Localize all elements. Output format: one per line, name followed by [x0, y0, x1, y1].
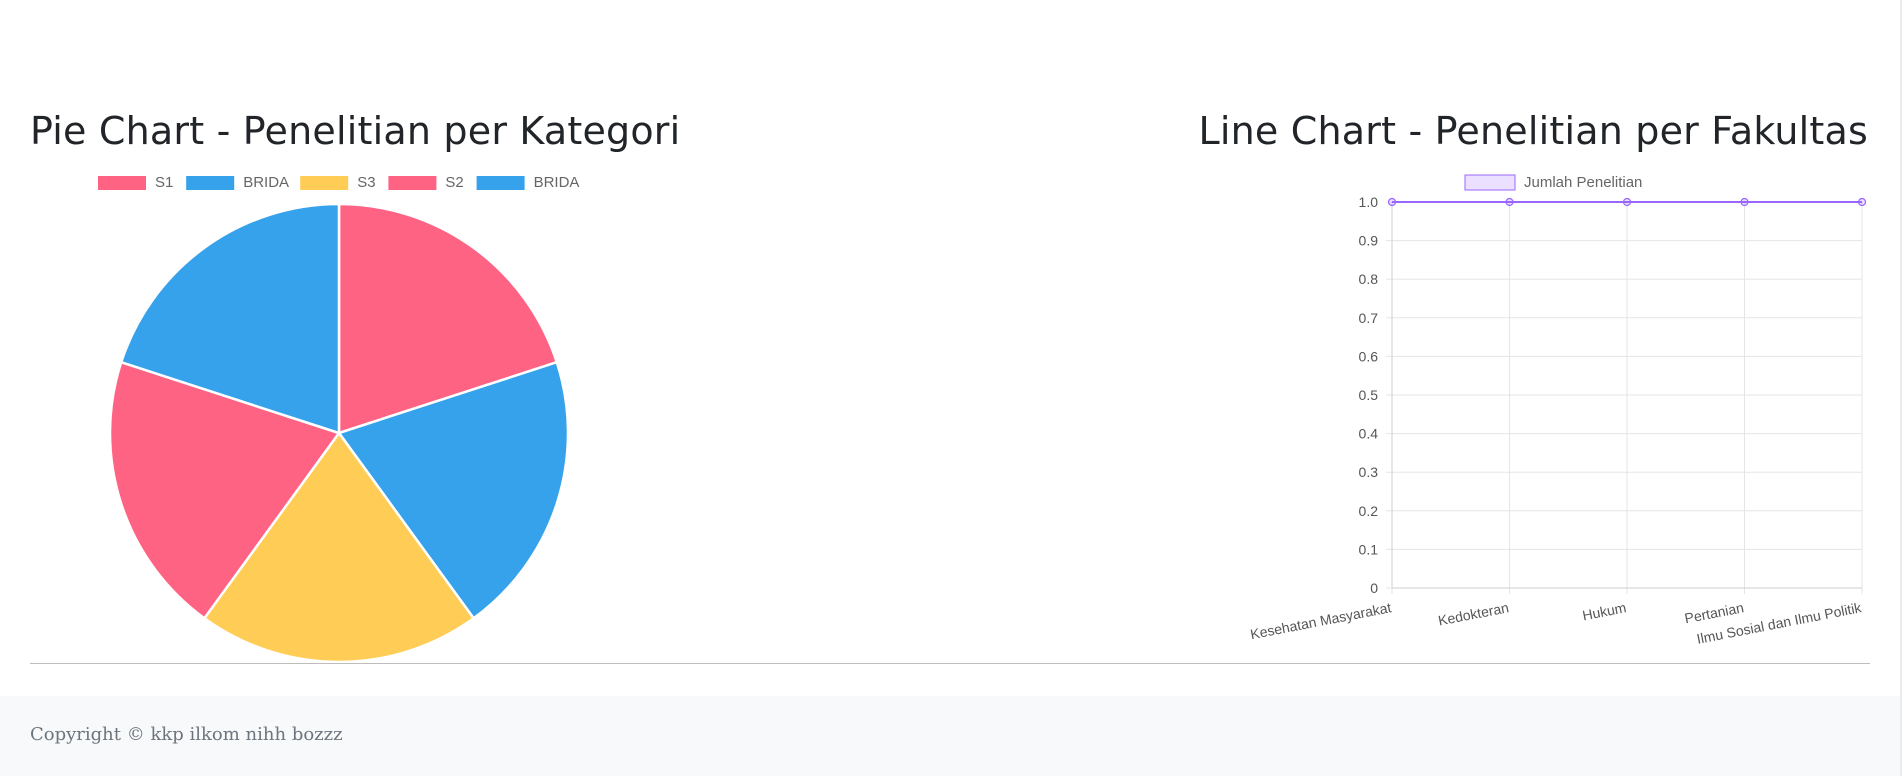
pie-legend-label: S3: [357, 174, 375, 191]
series-point: [1740, 197, 1749, 207]
y-tick-label: 0: [1370, 580, 1378, 596]
pie-chart: S1 BRIDA S3 S2 BRIDA: [98, 174, 579, 664]
footer: Copyright © kkp ilkom nihh bozzz: [0, 696, 1902, 776]
section-divider: [30, 663, 1870, 664]
pie-legend: S1 BRIDA S3 S2 BRIDA: [98, 174, 579, 191]
line-legend-label: Jumlah Penelitian: [1524, 174, 1642, 191]
pie-chart-title: Pie Chart - Penelitian per Kategori: [30, 109, 681, 153]
y-tick-label: 0.5: [1359, 387, 1379, 403]
y-tick-label: 0.1: [1359, 541, 1379, 557]
line-legend-swatch: [1464, 174, 1516, 191]
x-tick-label: Kedokteran: [1437, 599, 1510, 628]
x-tick-label: Kesehatan Masyarakat: [1249, 599, 1393, 642]
pie-legend-label: BRIDA: [243, 174, 289, 191]
pie-legend-label: BRIDA: [534, 174, 580, 191]
main-content: Pie Chart - Penelitian per Kategori S1 BR…: [0, 0, 1902, 696]
series-point: [1387, 197, 1397, 207]
y-tick-label: 0.6: [1359, 348, 1379, 364]
y-tick-label: 0.8: [1359, 271, 1379, 287]
pie-legend-label: S1: [155, 174, 173, 191]
pie-legend-swatch: [300, 176, 349, 190]
x-tick-labels: Kesehatan Masyarakat Kedokteran Hukum Perta…: [1249, 599, 1864, 647]
line-grid: 0 0.1 0.2 0.3 0.4 0.5 0.6 0.7 0.8 0.9 1.0: [1359, 194, 1863, 596]
series-point: [1622, 197, 1632, 207]
series-point: [1505, 197, 1514, 207]
y-tick-label: 1.0: [1359, 194, 1379, 210]
y-tick-label: 0.3: [1359, 464, 1379, 480]
pie-legend-swatch: [388, 176, 437, 190]
line-legend: Jumlah Penelitian: [1464, 174, 1642, 191]
pie-legend-label: S2: [445, 174, 463, 191]
pie-legend-swatch: [186, 176, 235, 190]
pie-legend-swatch: [476, 176, 525, 190]
x-tick-label: Hukum: [1581, 599, 1628, 623]
y-tick-label: 0.4: [1359, 426, 1379, 442]
line-chart-title: Line Chart - Penelitian per Fakultas: [1198, 109, 1868, 153]
line-chart: 0 0.1 0.2 0.3 0.4 0.5 0.6 0.7 0.8 0.9 1.0 Kesehatan…: [1249, 174, 1867, 647]
copyright-text: Copyright © kkp ilkom nihh bozzz: [30, 724, 343, 745]
pie-slices: [108, 202, 570, 664]
pie-legend-swatch: [98, 176, 146, 190]
y-tick-label: 0.7: [1359, 310, 1379, 326]
y-tick-label: 0.9: [1359, 233, 1379, 249]
series-point: [1857, 197, 1867, 207]
y-tick-label: 0.2: [1359, 503, 1379, 519]
